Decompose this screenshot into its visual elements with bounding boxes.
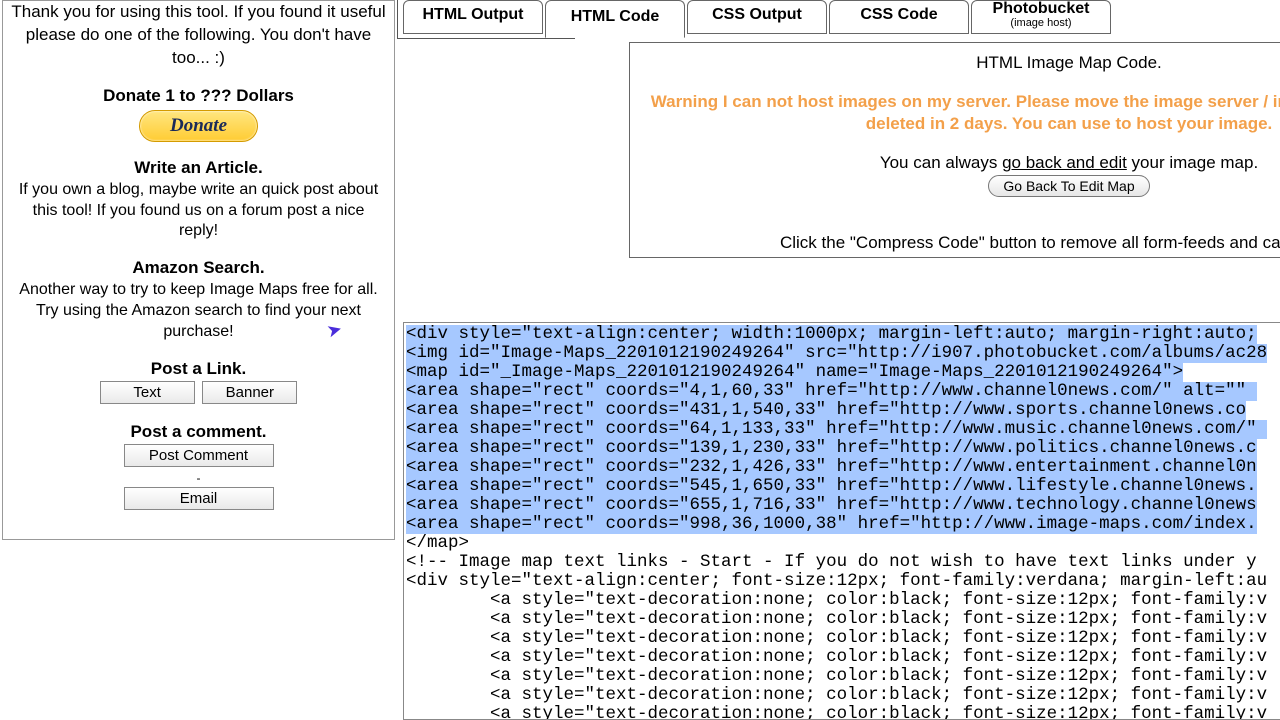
donate-button[interactable]: Donate xyxy=(139,110,258,142)
goback-c: your image map. xyxy=(1127,153,1258,172)
panel-title: HTML Image Map Code. xyxy=(644,53,1280,73)
tab-label: HTML Output xyxy=(420,7,526,24)
amazon-heading: Amazon Search. xyxy=(11,258,386,278)
tab-sublabel: (image host) xyxy=(988,18,1094,30)
tab-css-code[interactable]: CSS Code xyxy=(829,0,969,34)
warning-text: Warning I can not host images on my serv… xyxy=(644,91,1280,135)
tab-label: CSS Code xyxy=(846,7,952,24)
article-heading: Write an Article. xyxy=(11,158,386,178)
divider-dash: - xyxy=(11,471,386,485)
main-panel: HTML Image Map Code. Warning I can not h… xyxy=(629,42,1280,258)
tab-label: CSS Output xyxy=(704,7,810,24)
compress-text: Click the "Compress Code" button to remo… xyxy=(644,233,1280,253)
sidebar: Thank you for using this tool. If you fo… xyxy=(2,0,395,540)
tab-label: Photobucket xyxy=(988,1,1094,18)
comment-heading: Post a comment. xyxy=(11,422,386,442)
tab-bar: HTML Output HTML Code CSS Output CSS Cod… xyxy=(403,0,1111,38)
email-button[interactable]: Email xyxy=(124,487,274,510)
tab-html-output[interactable]: HTML Output xyxy=(403,0,543,34)
code-output[interactable]: <div style="text-align:center; width:100… xyxy=(403,322,1280,720)
banner-link-button[interactable]: Banner xyxy=(202,381,297,404)
tab-html-code[interactable]: HTML Code xyxy=(545,0,685,38)
go-back-button[interactable]: Go Back To Edit Map xyxy=(988,175,1149,197)
post-comment-button[interactable]: Post Comment xyxy=(124,444,274,467)
donate-heading: Donate 1 to ??? Dollars xyxy=(11,86,386,106)
intro-text: Thank you for using this tool. If you fo… xyxy=(11,1,386,70)
tab-label: HTML Code xyxy=(562,9,668,26)
text-link-button[interactable]: Text xyxy=(100,381,195,404)
tab-css-output[interactable]: CSS Output xyxy=(687,0,827,34)
tab-photobucket[interactable]: Photobucket (image host) xyxy=(971,0,1111,34)
goback-link[interactable]: go back and edit xyxy=(1002,153,1127,172)
goback-text: You can always go back and edit your ima… xyxy=(644,153,1280,173)
goback-a: You can always xyxy=(880,153,1002,172)
postlink-heading: Post a Link. xyxy=(11,359,386,379)
article-text: If you own a blog, maybe write an quick … xyxy=(11,180,386,242)
